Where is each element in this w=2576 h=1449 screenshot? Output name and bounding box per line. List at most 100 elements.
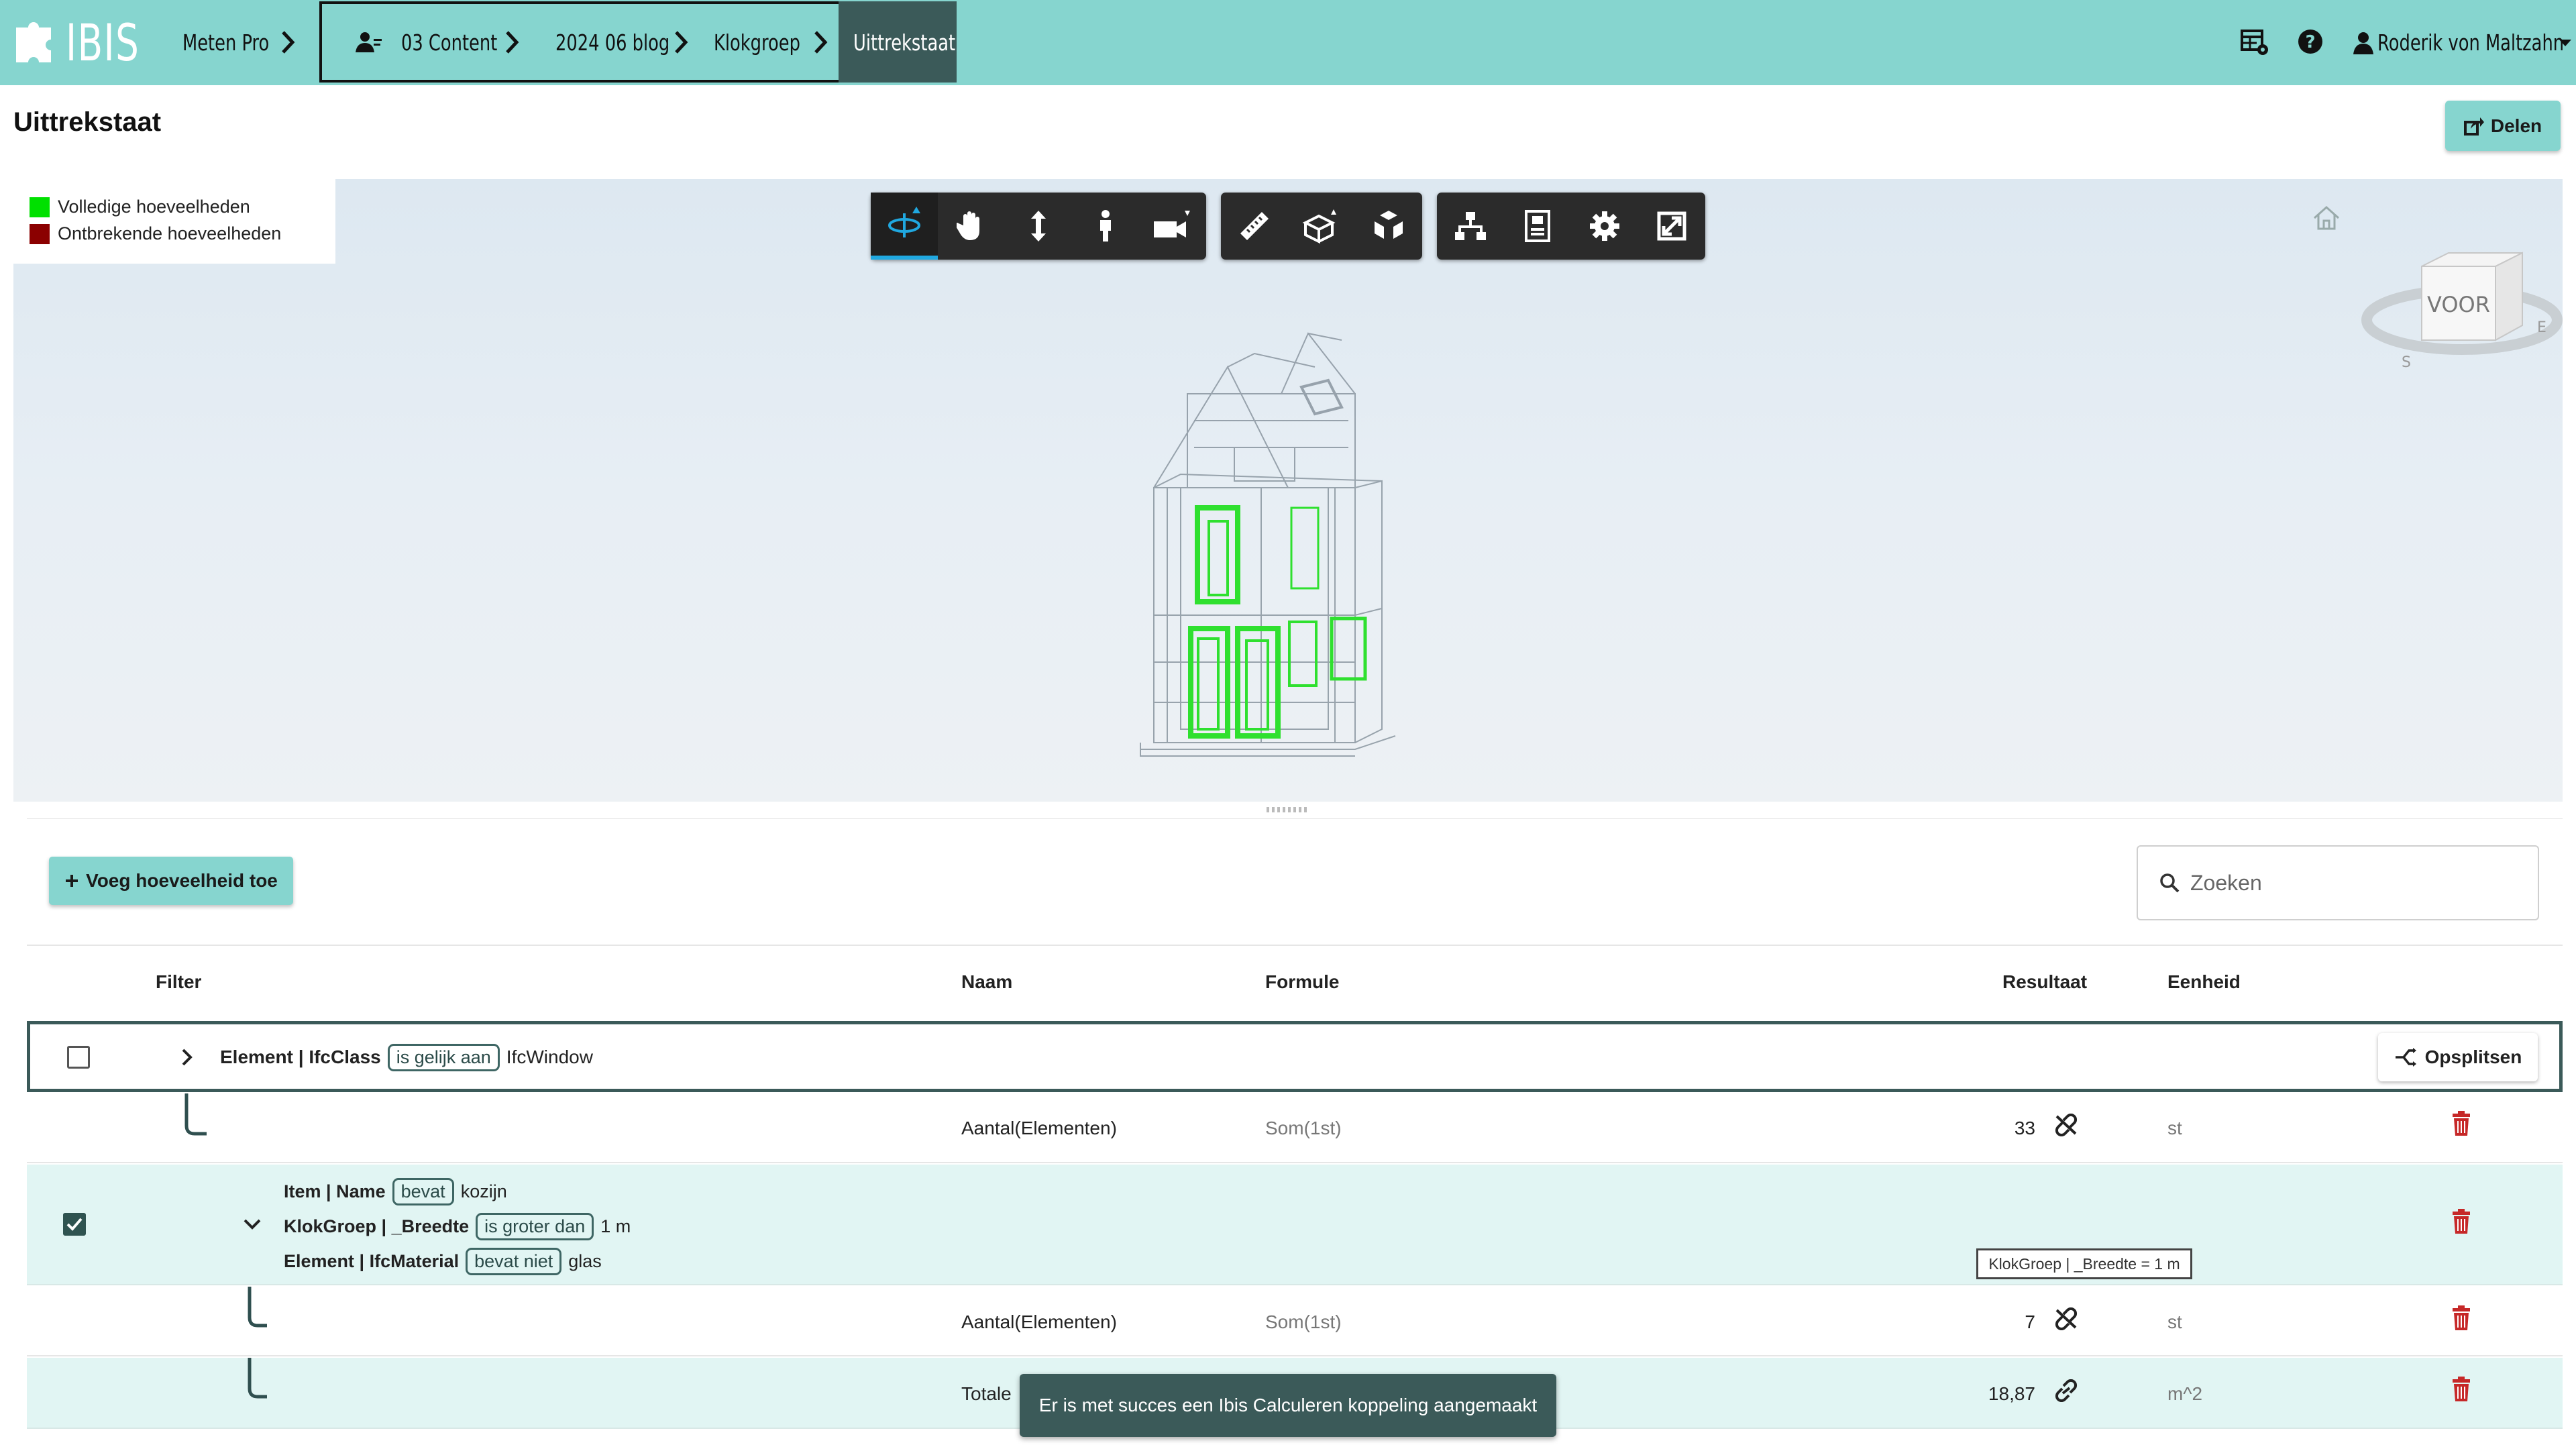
section-tool[interactable]	[1288, 193, 1355, 260]
model-toolbar	[1437, 193, 1705, 260]
user-menu[interactable]: Roderik von Maltzahn	[2353, 0, 2572, 85]
filter-condition: Element | IfcClass is gelijk aan IfcWindow	[220, 1044, 593, 1071]
legend-swatch-red	[30, 223, 50, 244]
orbit-tool[interactable]	[871, 193, 938, 260]
breadcrumb-item-meten-pro[interactable]: Meten Pro	[182, 0, 294, 85]
orbit-icon	[888, 207, 920, 237]
walk-tool[interactable]	[1072, 193, 1139, 260]
filter-operator-badge: is groter dan	[476, 1213, 594, 1240]
3d-viewer[interactable]: Volledige hoeveelheden Ontbrekende hoeve…	[13, 179, 2563, 802]
link-icon[interactable]	[2054, 1379, 2078, 1402]
delete-icon[interactable]	[2451, 1305, 2471, 1331]
explode-icon	[1375, 211, 1403, 239]
svg-text:VOOR: VOOR	[2427, 292, 2490, 317]
settings-tool[interactable]	[1571, 193, 1638, 260]
fullscreen-icon	[1657, 211, 1686, 241]
quantity-name[interactable]: Aantal(Elementen)	[961, 1311, 1117, 1333]
camera-tool[interactable]	[1139, 193, 1206, 260]
explode-tool[interactable]	[1355, 193, 1422, 260]
zoom-tool[interactable]	[1005, 193, 1072, 260]
group-checkbox[interactable]	[63, 1213, 86, 1236]
svg-text:?: ?	[2305, 32, 2315, 52]
quantity-result: 7	[2025, 1311, 2035, 1332]
search-field[interactable]	[2137, 845, 2539, 920]
user-group-icon	[356, 32, 382, 52]
properties-tool[interactable]	[1504, 193, 1571, 260]
tree-connector	[248, 1358, 267, 1399]
search-icon	[2160, 873, 2180, 893]
column-header-name: Naam	[961, 971, 1013, 992]
user-icon	[2353, 32, 2373, 54]
checkmark-icon	[66, 1218, 83, 1231]
breadcrumb-item-current[interactable]: Uittrekstaat	[853, 0, 984, 85]
zoom-icon	[1031, 211, 1046, 241]
filter-operator-badge: is gelijk aan	[387, 1044, 500, 1071]
puzzle-logo-icon	[16, 22, 51, 62]
chevron-right-icon	[506, 31, 519, 54]
column-header-formula: Formule	[1265, 971, 1340, 992]
building-model[interactable]	[1100, 286, 1503, 769]
group-checkbox[interactable]	[67, 1046, 90, 1069]
panel-resize-handle[interactable]	[1267, 807, 1309, 812]
link-broken-icon[interactable]	[2054, 1307, 2078, 1330]
filter-tooltip: KlokGroep | _Breedte = 1 m	[1976, 1248, 2192, 1279]
quantity-name[interactable]: Aantal(Elementen)	[961, 1118, 1117, 1139]
column-header-unit: Eenheid	[2167, 971, 2241, 992]
quantity-result: 33	[2014, 1118, 2035, 1138]
legend-item-missing: Ontbrekende hoeveelheden	[30, 223, 281, 244]
filter-condition: Element | IfcMaterial bevat niet glas	[284, 1248, 602, 1275]
quantity-unit: m^2	[2167, 1383, 2203, 1404]
section-icon	[1302, 209, 1336, 244]
view-cube[interactable]: VOOR S E	[2361, 239, 2563, 374]
quantity-formula[interactable]: Som(1st)	[1265, 1118, 1342, 1139]
model-browser-tool[interactable]	[1437, 193, 1504, 260]
tree-connector	[248, 1287, 267, 1328]
add-quantity-button[interactable]: Voeg hoeveelheid toe	[49, 857, 293, 905]
camera-icon	[1154, 211, 1190, 237]
share-button[interactable]: Delen	[2445, 101, 2561, 151]
quantity-unit: st	[2167, 1118, 2182, 1138]
table-settings-icon[interactable]	[2241, 30, 2270, 56]
chevron-right-icon	[282, 31, 295, 54]
filter-operator-badge: bevat niet	[466, 1248, 562, 1275]
measure-toolbar	[1221, 193, 1422, 260]
link-broken-icon[interactable]	[2054, 1114, 2078, 1136]
split-button[interactable]: Opsplitsen	[2378, 1033, 2538, 1081]
column-header-result: Resultaat	[2002, 971, 2088, 992]
split-icon	[2395, 1048, 2416, 1067]
filter-operator-badge: bevat	[392, 1178, 454, 1205]
svg-text:E: E	[2537, 319, 2546, 336]
ibis-logo[interactable]: IBIS	[12, 13, 168, 72]
quantity-result: 18,87	[1988, 1383, 2035, 1404]
chevron-down-icon[interactable]	[243, 1218, 262, 1230]
help-icon[interactable]: ?	[2297, 28, 2324, 55]
tree-connector	[184, 1093, 207, 1136]
home-icon[interactable]	[2312, 205, 2341, 231]
legend: Volledige hoeveelheden Ontbrekende hoeve…	[13, 179, 335, 264]
success-toast: Er is met succes een Ibis Calculeren kop…	[1020, 1374, 1556, 1437]
delete-icon[interactable]	[2451, 1111, 2471, 1136]
fullscreen-tool[interactable]	[1638, 193, 1705, 260]
svg-text:S: S	[2402, 354, 2411, 371]
gear-icon	[1590, 211, 1619, 241]
column-header-filter: Filter	[156, 971, 202, 992]
measure-tool[interactable]	[1221, 193, 1288, 260]
pan-tool[interactable]	[938, 193, 1005, 260]
plus-icon	[66, 875, 78, 887]
pan-icon	[957, 211, 979, 240]
search-input[interactable]	[2189, 869, 2514, 896]
delete-icon[interactable]	[2451, 1377, 2471, 1402]
properties-icon	[1525, 210, 1550, 242]
delete-icon[interactable]	[2451, 1209, 2471, 1234]
legend-item-complete: Volledige hoeveelheden	[30, 197, 250, 217]
divider	[27, 945, 2563, 946]
quantity-unit: st	[2167, 1311, 2182, 1332]
chevron-right-icon[interactable]	[181, 1048, 193, 1067]
navigation-toolbar	[871, 193, 1206, 260]
quantity-formula[interactable]: Som(1st)	[1265, 1311, 1342, 1333]
quantity-name[interactable]: Totale	[961, 1383, 1012, 1405]
logo-text: IBIS	[66, 12, 140, 72]
measure-icon	[1240, 212, 1269, 240]
breadcrumb-item-klokgroep[interactable]: Klokgroep	[714, 0, 824, 85]
filter-condition: Item | Name bevat kozijn	[284, 1178, 507, 1205]
